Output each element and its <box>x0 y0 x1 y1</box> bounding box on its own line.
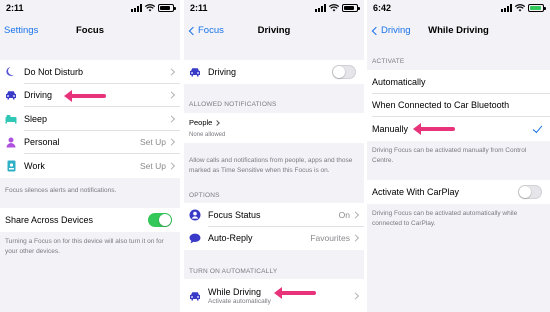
car-icon <box>5 89 17 101</box>
checkmark-icon <box>532 122 543 133</box>
option-automatically[interactable]: Automatically <box>367 70 550 94</box>
chevron-right-icon <box>167 91 176 99</box>
options-header: OPTIONS <box>189 192 220 199</box>
moon-icon <box>5 66 17 78</box>
page-title: Driving <box>257 25 291 36</box>
people-row[interactable]: People None allowed <box>184 113 364 143</box>
battery-icon <box>158 3 176 12</box>
status-bar: 2:11 <box>0 0 180 16</box>
annotation-arrow <box>413 123 455 135</box>
driving-toggle[interactable] <box>332 64 356 79</box>
chevron-right-icon <box>351 291 360 300</box>
wifi-icon <box>329 3 339 11</box>
annotation-arrow <box>64 90 106 102</box>
driving-row: Driving <box>184 60 364 84</box>
chevron-right-icon <box>167 138 176 146</box>
wifi-icon <box>145 3 155 11</box>
battery-icon <box>528 3 546 12</box>
focus-item-do-not-disturb[interactable]: Do Not Disturb <box>0 60 180 84</box>
battery-icon <box>342 3 360 12</box>
chevron-right-icon <box>351 211 360 219</box>
activate-with-carplay-row: Activate With CarPlay <box>367 180 550 204</box>
carplay-footer-note: Driving Focus can be activated automatic… <box>372 210 518 227</box>
car-icon <box>189 66 201 78</box>
speech-bubble-icon <box>189 232 201 244</box>
focus-footer-note: Focus silences alerts and notifications. <box>5 187 117 194</box>
annotation-arrow <box>274 287 316 299</box>
wifi-icon <box>515 3 525 11</box>
driving-toggle-group: Driving <box>184 60 364 84</box>
status-time: 6:42 <box>373 3 392 13</box>
cellular-signal-icon <box>315 3 326 12</box>
share-footer-note: Turning a Focus on for this device will … <box>5 238 164 255</box>
while-driving-screen: 6:42 Driving While Driving ACTIVATE Auto… <box>367 0 550 312</box>
allowed-footer-note: Allow calls and notifications from peopl… <box>189 157 353 174</box>
cellular-signal-icon <box>501 3 512 12</box>
share-group: Share Across Devices <box>0 208 180 232</box>
focus-item-personal[interactable]: Personal Set Up <box>0 131 180 154</box>
option-car-bluetooth[interactable]: When Connected to Car Bluetooth <box>367 94 550 117</box>
activate-header: ACTIVATE <box>372 58 405 65</box>
allowed-notifications-header: ALLOWED NOTIFICATIONS <box>189 101 277 108</box>
focus-screen: 2:11 Settings Focus Do Not Disturb Drivi… <box>0 0 180 312</box>
chevron-right-icon <box>167 115 176 123</box>
auto-reply-row[interactable]: Auto-Reply Favourites <box>184 227 364 251</box>
page-title: Focus <box>76 25 104 36</box>
share-across-devices-row: Share Across Devices <box>0 208 180 232</box>
carplay-toggle[interactable] <box>518 184 542 199</box>
chevron-right-icon <box>214 119 221 126</box>
share-across-devices-toggle[interactable] <box>148 212 172 227</box>
car-icon <box>189 290 201 302</box>
status-time: 2:11 <box>6 3 24 13</box>
status-time: 2:11 <box>190 3 208 13</box>
options-group: Focus Status On Auto-Reply Favourites <box>184 203 364 250</box>
option-manually[interactable]: Manually <box>367 117 550 141</box>
chevron-right-icon <box>167 162 176 170</box>
bed-icon <box>5 113 17 125</box>
focus-list: Do Not Disturb Driving Sleep Personal Se… <box>0 60 180 178</box>
activate-options-group: Automatically When Connected to Car Blue… <box>367 70 550 141</box>
person-icon <box>5 136 17 148</box>
setup-value: Set Up <box>140 160 166 171</box>
badge-icon <box>5 160 17 172</box>
focus-status-row[interactable]: Focus Status On <box>184 203 364 227</box>
turn-on-automatically-header: TURN ON AUTOMATICALLY <box>189 268 278 275</box>
carplay-group: Activate With CarPlay <box>367 180 550 204</box>
activate-footer-note: Driving Focus can be activated manually … <box>372 147 527 164</box>
allowed-notifications-group: People None allowed <box>184 113 364 143</box>
status-bar: 6:42 <box>367 0 550 16</box>
setup-value: Set Up <box>140 137 166 148</box>
focus-item-work[interactable]: Work Set Up <box>0 154 180 178</box>
cellular-signal-icon <box>131 3 142 12</box>
focus-item-sleep[interactable]: Sleep <box>0 107 180 131</box>
chevron-right-icon <box>351 234 360 242</box>
driving-screen: 2:11 Focus Driving Driving ALLOWED NOTIF… <box>184 0 364 312</box>
person-circle-icon <box>189 209 201 221</box>
page-title: While Driving <box>428 25 489 36</box>
chevron-right-icon <box>167 68 176 76</box>
status-bar: 2:11 <box>184 0 364 16</box>
